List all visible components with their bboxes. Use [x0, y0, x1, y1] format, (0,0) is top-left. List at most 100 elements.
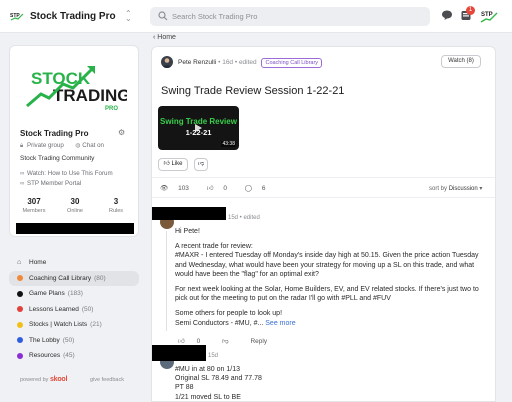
nav-item-label: Coaching Call Library	[29, 274, 92, 282]
category-dot-icon	[17, 321, 23, 328]
post-category-tag[interactable]: Coaching Call Library	[261, 58, 323, 68]
user-avatar[interactable]: STP	[480, 8, 498, 24]
post-card: Pete Renzulli • 16d • edited Coaching Ca…	[151, 46, 496, 402]
breadcrumb-home[interactable]: Home	[157, 34, 176, 41]
stat-members-value: 307	[27, 197, 41, 206]
comment-last-line: Semi Conductors - #MU, #... See more	[175, 319, 487, 328]
nav-item-count: (50)	[62, 336, 75, 344]
sidebar-link-watch-label[interactable]: Watch: How to Use This Forum	[27, 170, 113, 177]
comment-paragraph: #MAXR - I entered Tuesday off Monday's i…	[175, 252, 479, 278]
comment-body: Hi Pete! A recent trade for review: #MAX…	[175, 227, 487, 328]
top-bar: STP Stock Trading Pro ⌃ ⌄ Search Stock Tr…	[0, 0, 512, 33]
nav-item-home[interactable]: ⌂ Home	[9, 255, 139, 271]
search-icon	[158, 11, 168, 21]
author-avatar[interactable]	[161, 56, 173, 68]
app-title[interactable]: Stock Trading Pro	[30, 11, 116, 22]
stat-rules[interactable]: 3 Rules	[98, 197, 134, 214]
post-title: Swing Trade Review Session 1-22-21	[161, 85, 345, 97]
chat-status-label: Chat on	[82, 142, 104, 149]
nav-item-label: Home	[29, 259, 47, 267]
svg-text:STP: STP	[481, 12, 493, 18]
thumbs-up-icon: 👍︎	[206, 185, 214, 192]
search-input[interactable]: Search Stock Trading Pro	[150, 7, 430, 26]
see-more-link[interactable]: See more	[265, 320, 295, 327]
group-logo-icon[interactable]: STP	[10, 10, 24, 22]
stat-online-value: 30	[70, 197, 80, 206]
powered-by[interactable]: powered by skool	[20, 376, 67, 383]
nav-item-the-lobby[interactable]: The Lobby (50)	[9, 333, 139, 349]
stat-members[interactable]: 307 Members	[16, 197, 52, 214]
thumbs-up-icon: 👍︎	[178, 338, 185, 345]
thread-line	[166, 231, 167, 331]
redacted-commenter-name	[152, 345, 206, 361]
gear-icon[interactable]: ⚙	[118, 128, 125, 137]
skool-logo[interactable]: skool	[50, 376, 68, 383]
group-switcher-icon[interactable]: ⌃ ⌄	[125, 10, 132, 23]
group-info-card: STOCK TRADING PRO Stock Trading Pro ⚙ 🔒︎…	[9, 45, 139, 237]
sort-dropdown[interactable]: sort by Discussion ▾	[429, 185, 482, 192]
nav-item-coaching-call-library[interactable]: Coaching Call Library (80)	[9, 270, 139, 286]
comment-dislike-button[interactable]: 👎︎	[222, 338, 239, 345]
post-author-row: Pete Renzulli • 16d • edited Coaching Ca…	[178, 58, 323, 68]
group-stats: 307 Members 30 Online 3 Rules	[16, 197, 134, 221]
thumbs-down-icon: 👎︎	[197, 161, 205, 167]
comment-line: 1/21 moved SL to BE	[175, 393, 241, 401]
give-feedback-link[interactable]: give feedback	[90, 377, 124, 383]
logo-text-bottom: TRADING	[53, 86, 127, 105]
post-timestamp: • 16d • edited	[218, 59, 257, 66]
stat-rules-value: 3	[113, 197, 119, 206]
likes-stat[interactable]: 👍︎ 0	[207, 185, 235, 192]
stat-rules-label: Rules	[108, 208, 124, 214]
nav-item-lessons-learned[interactable]: Lessons Learned (50)	[9, 302, 139, 318]
comment-paragraph: Hi Pete!	[175, 228, 200, 235]
thumbs-up-icon: 👍︎	[163, 161, 170, 167]
comment-line: Original SL 78.49 and 77.78	[175, 375, 262, 383]
post-stats: 👁︎ 103 👍︎ 0 ◯ 6	[160, 184, 282, 192]
comment-truncated-text: Semi Conductors - #MU, #...	[175, 319, 264, 327]
post-author-name[interactable]: Pete Renzulli	[178, 59, 216, 66]
like-label: Like	[171, 161, 183, 167]
comment-paragraph: A recent trade for review:	[175, 243, 253, 251]
comment-like-button[interactable]: 👍︎ 0	[178, 338, 210, 345]
redacted-commenter-name	[152, 207, 226, 220]
breadcrumb[interactable]: ‹ Home	[153, 34, 176, 41]
category-dot-icon	[17, 275, 23, 282]
watch-button[interactable]: Watch (8)	[441, 55, 481, 68]
reply-button[interactable]: Reply	[250, 338, 267, 345]
nav-item-count: (80)	[94, 274, 106, 282]
stat-online-label: Online	[67, 208, 83, 214]
views-stat: 👁︎ 103	[160, 185, 197, 192]
nav-item-label: Stocks | Watch Lists	[29, 321, 88, 329]
comment-line: #MU in at 80 on 1/13	[175, 366, 240, 373]
nav-item-stocks-watch-lists[interactable]: Stocks | Watch Lists (21)	[9, 317, 139, 333]
search-placeholder: Search Stock Trading Pro	[172, 12, 258, 21]
sort-value: Discussion	[448, 186, 478, 192]
nav-item-count: (45)	[63, 352, 75, 360]
link-icon: ∞	[20, 180, 25, 187]
lock-icon: 🔒︎	[20, 142, 24, 149]
eye-icon: 👁︎	[160, 185, 169, 192]
sidebar-link-portal-label[interactable]: STP Member Portal	[27, 180, 81, 187]
nav-item-resources[interactable]: Resources (45)	[9, 348, 139, 364]
group-meta: 🔒︎ Private group ◍ Chat on	[20, 142, 104, 150]
like-button[interactable]: 👍︎ Like	[158, 158, 188, 171]
nav-item-label: Lessons Learned	[29, 305, 79, 313]
category-dot-icon	[17, 337, 23, 344]
chat-icon[interactable]	[441, 9, 453, 21]
sidebar-link-portal[interactable]: ∞ STP Member Portal	[20, 180, 81, 187]
logo-text-sub: PRO	[105, 106, 118, 112]
sidebar-link-watch[interactable]: ∞ Watch: How to Use This Forum	[20, 170, 113, 177]
category-dot-icon	[17, 290, 23, 297]
thumbs-down-icon: 👎︎	[222, 338, 229, 345]
comments-count: 6	[261, 185, 266, 192]
dislike-button[interactable]: 👎︎	[194, 158, 208, 171]
link-icon: ∞	[20, 170, 25, 177]
nav-item-game-plans[interactable]: Game Plans (183)	[9, 286, 139, 302]
stat-online[interactable]: 30 Online	[57, 197, 93, 214]
category-nav: ⌂ Home Coaching Call Library (80) Game P…	[9, 255, 139, 364]
nav-item-label: The Lobby	[29, 336, 60, 344]
comment-like-count: 0	[196, 338, 201, 345]
privacy-label: Private group	[27, 142, 64, 149]
video-thumbnail[interactable]: Swing Trade Review 1-22-21 43:38	[158, 106, 239, 150]
comment-icon: ◯	[244, 185, 253, 192]
